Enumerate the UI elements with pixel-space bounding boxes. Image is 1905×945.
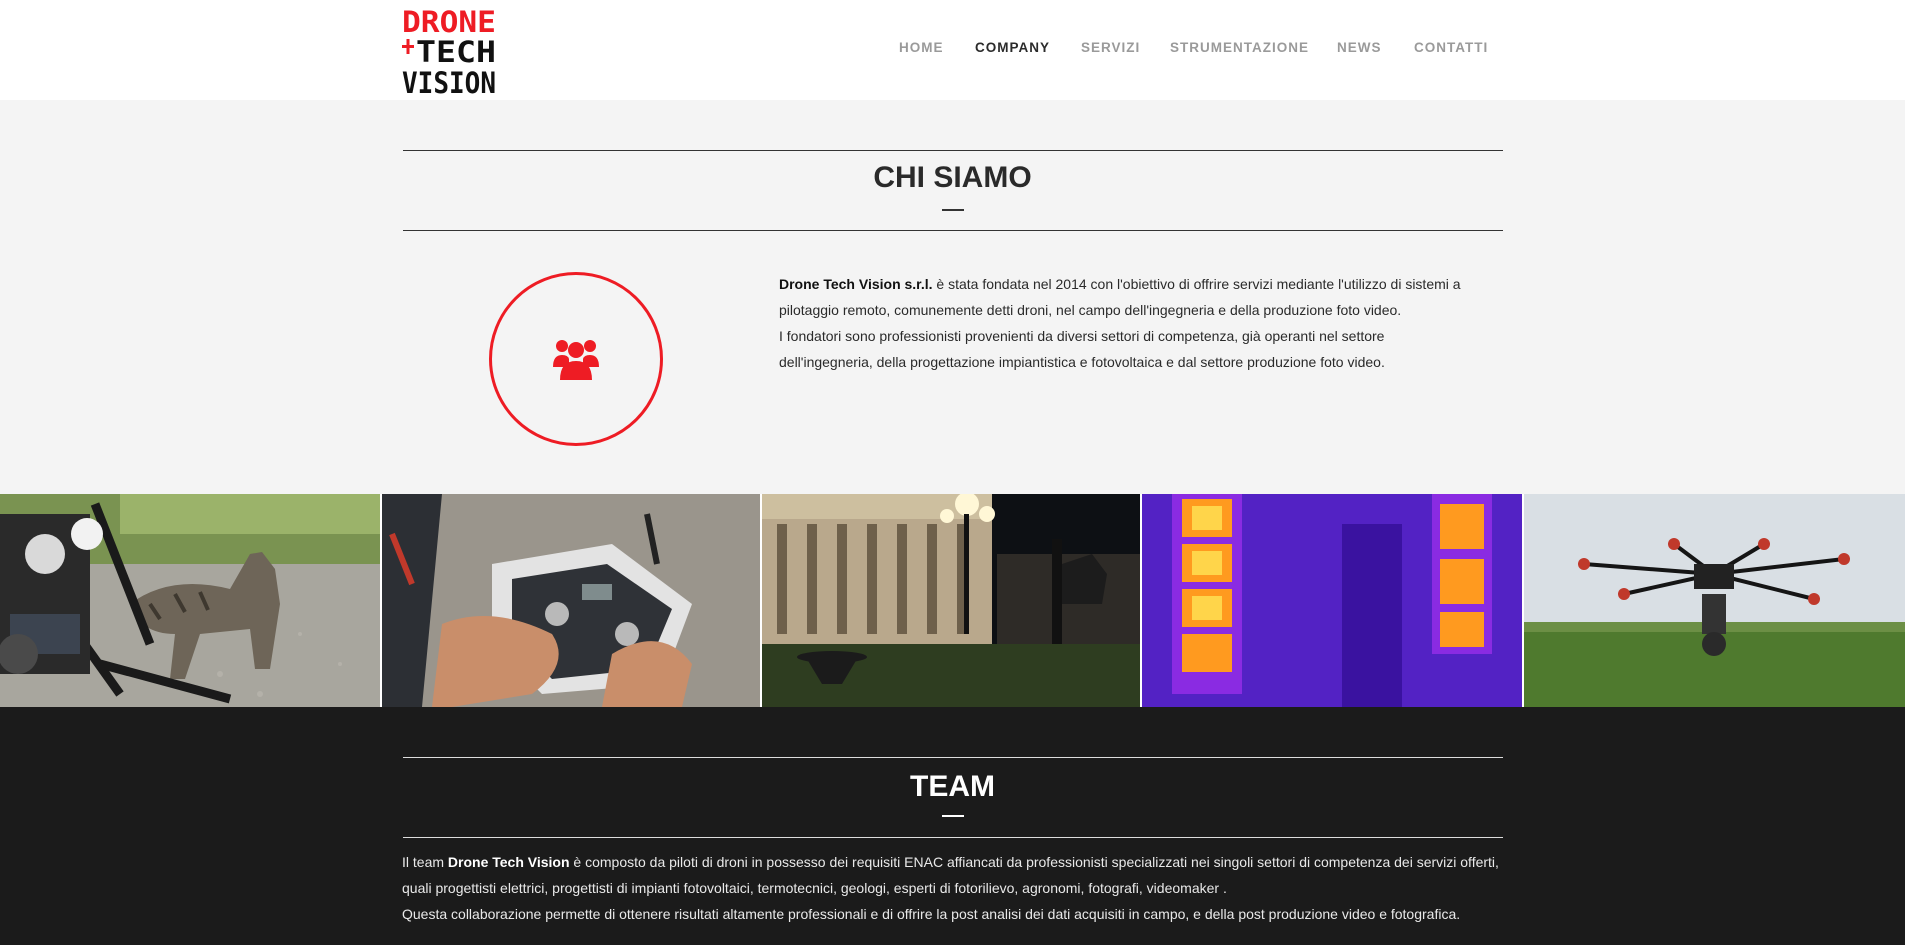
- nav-item-news[interactable]: NEWS: [1337, 40, 1382, 55]
- about-paragraph-1: Drone Tech Vision s.r.l. è stata fondata…: [779, 271, 1479, 323]
- about-section: CHI SIAMO Drone Tech Vision s.r.l. è sta…: [0, 100, 1905, 494]
- section-title-chi-siamo: CHI SIAMO: [873, 161, 1032, 194]
- divider: [403, 837, 1503, 838]
- title-underline: [942, 815, 964, 817]
- gallery-photo-remote[interactable]: [382, 494, 760, 707]
- about-description: Drone Tech Vision s.r.l. è stata fondata…: [779, 271, 1479, 375]
- gallery-photo-thermal[interactable]: [1142, 494, 1522, 707]
- nav-item-contatti[interactable]: CONTATTI: [1414, 40, 1488, 55]
- section-title-team: TEAM: [910, 770, 995, 803]
- nav-item-home[interactable]: HOME: [899, 40, 944, 55]
- logo-line-1: DRONE: [402, 5, 496, 39]
- users-icon: [553, 340, 599, 380]
- logo-line-3: VISION: [402, 66, 496, 96]
- nav-item-servizi[interactable]: SERVIZI: [1081, 40, 1140, 55]
- nav-item-strumentazione[interactable]: STRUMENTAZIONE: [1170, 40, 1309, 55]
- team-description: Il team Drone Tech Vision è composto da …: [402, 849, 1512, 927]
- team-section: TEAM Il team Drone Tech Vision è compost…: [0, 707, 1905, 945]
- about-paragraph-2: I fondatori sono professionisti provenie…: [779, 328, 1385, 370]
- nav-item-company[interactable]: COMPANY: [975, 40, 1050, 55]
- title-underline: [942, 209, 964, 211]
- users-icon-circle: [489, 272, 663, 446]
- divider: [403, 230, 1503, 231]
- gallery-photo-cat[interactable]: [0, 494, 380, 707]
- gallery-photo-hexacopter[interactable]: [1524, 494, 1905, 707]
- company-name: Drone Tech Vision s.r.l.: [779, 276, 933, 292]
- team-intro-prefix: Il team: [402, 854, 448, 870]
- photo-gallery: [0, 494, 1905, 707]
- gallery-photo-piazza[interactable]: [762, 494, 1140, 707]
- team-brand-name: Drone Tech Vision: [447, 854, 570, 870]
- divider: [403, 757, 1503, 758]
- main-nav: HOME COMPANY SERVIZI STRUMENTAZIONE NEWS…: [0, 40, 1905, 62]
- divider: [403, 150, 1503, 151]
- site-header: DRONE TECH VISION HOME COMPANY SERVIZI S…: [0, 0, 1905, 100]
- team-paragraph-1: Il team Drone Tech Vision è composto da …: [402, 849, 1512, 901]
- team-paragraph-2: Questa collaborazione permette di ottene…: [402, 906, 1461, 922]
